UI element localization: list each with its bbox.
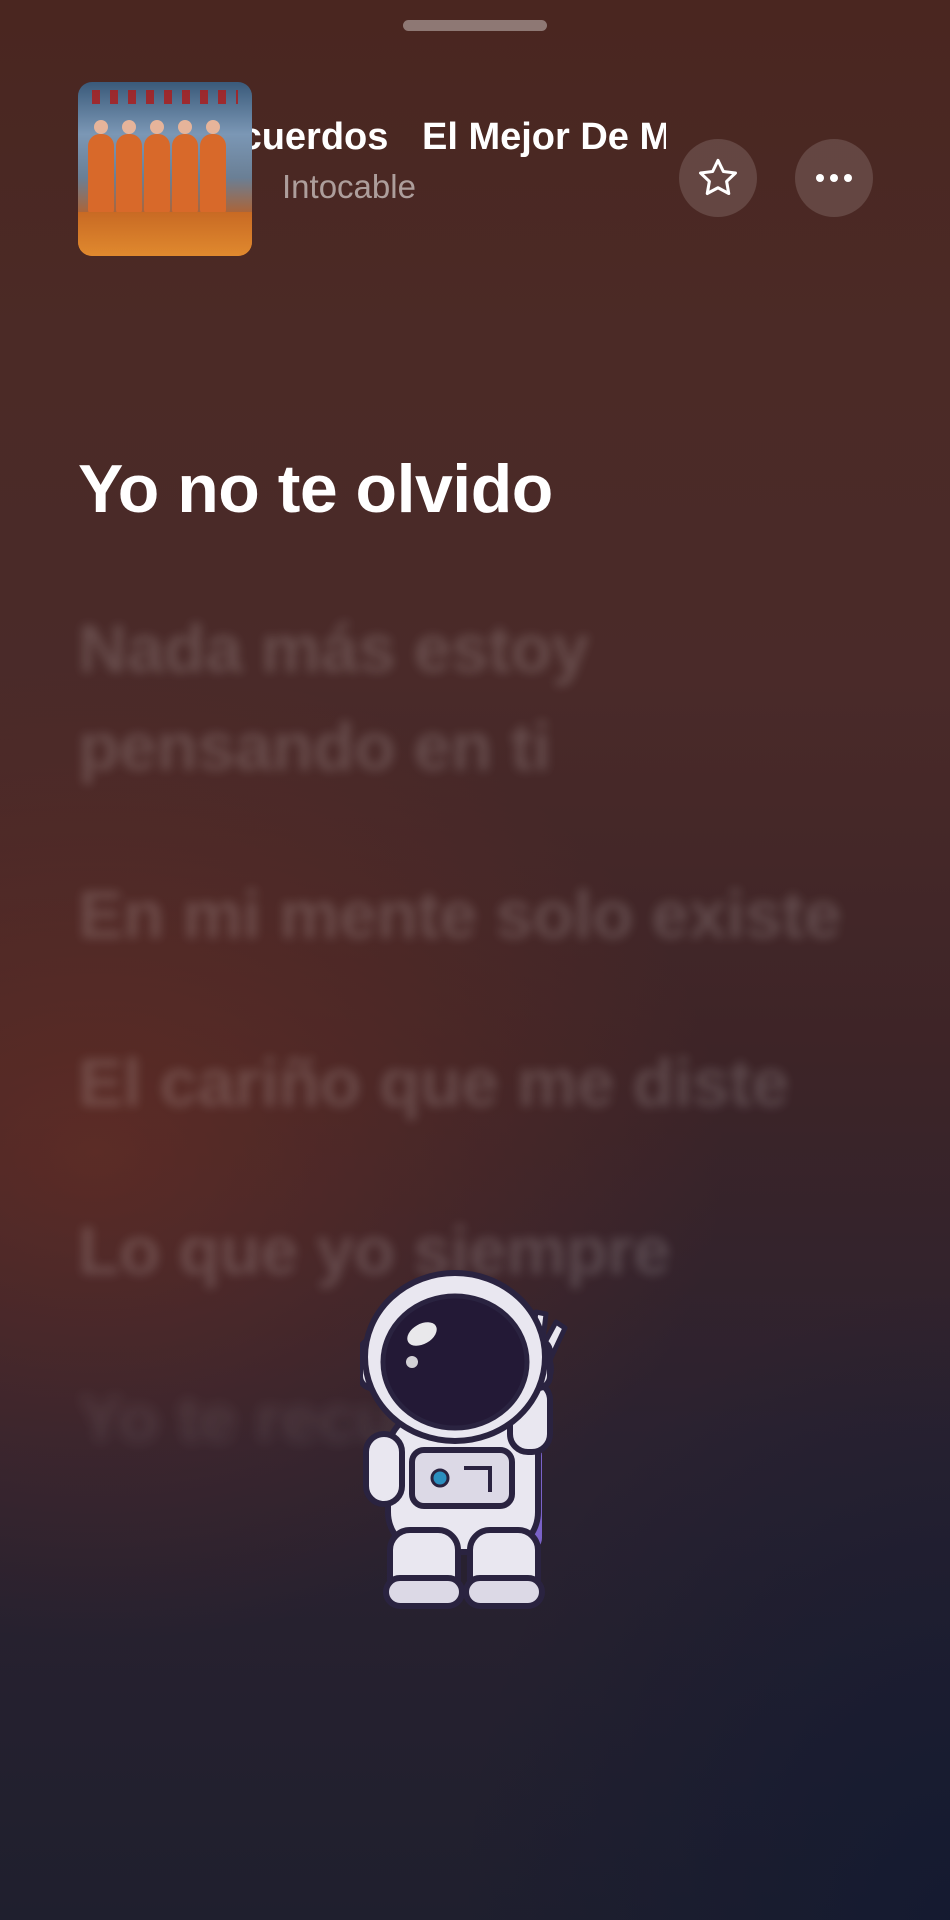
ellipsis-icon: [816, 174, 852, 182]
album-title: El Mejor De Mi: [422, 116, 666, 158]
artist-name: Intocable: [282, 168, 416, 205]
album-art-floor: [78, 212, 252, 256]
lyric-line[interactable]: Nada más estoy pensando en ti: [78, 600, 878, 796]
astronaut-sticker: [360, 1270, 568, 1609]
lyric-line-current[interactable]: Yo no te olvido: [78, 440, 878, 538]
album-art-figure: [144, 120, 170, 214]
album-artwork[interactable]: [78, 82, 252, 256]
album-art-figure: [172, 120, 198, 214]
sheet-grabber-handle[interactable]: [403, 20, 547, 31]
album-art-figure: [116, 120, 142, 214]
lyric-line[interactable]: En mi mente solo existe: [78, 866, 878, 964]
star-icon: [699, 158, 737, 196]
album-art-figure: [88, 120, 114, 214]
lyric-line[interactable]: El cariño que me diste: [78, 1034, 878, 1132]
album-art-figure: [200, 120, 226, 214]
now-playing-header: Recuerdos El Mejor De Mi Intocable: [0, 80, 950, 260]
track-meta[interactable]: Recuerdos El Mejor De Mi Intocable: [252, 116, 666, 226]
track-title: Recuerdos: [252, 116, 389, 158]
more-options-button[interactable]: [795, 139, 873, 217]
favorite-button[interactable]: [679, 139, 757, 217]
album-art-band-logo: [92, 90, 238, 104]
